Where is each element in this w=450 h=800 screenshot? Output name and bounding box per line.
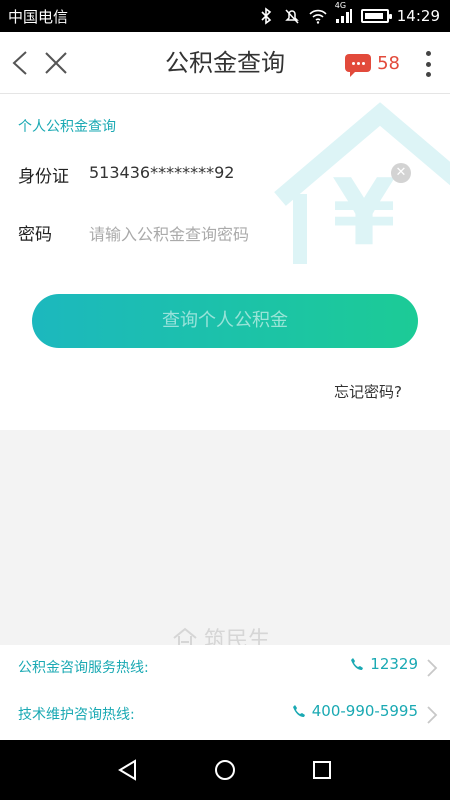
signal-icon: 4G xyxy=(335,1,353,24)
message-icon xyxy=(345,54,372,77)
hotline-number-text: 400-990-5995 xyxy=(311,702,418,720)
navbar: 公积金查询 58 xyxy=(0,32,450,94)
query-form: ¥ 个人公积金查询 身份证 513436********92 ✕ 密码 请输入公… xyxy=(0,94,450,430)
section-title: 个人公积金查询 xyxy=(18,119,116,135)
home-circle-icon[interactable] xyxy=(213,758,237,782)
mute-icon xyxy=(284,9,299,24)
hotline-number[interactable]: 12329 xyxy=(350,655,418,673)
status-bar: 中国电信 4G 14:29 xyxy=(0,0,450,32)
clock: 14:29 xyxy=(396,7,440,25)
watermark-icon xyxy=(173,627,197,645)
phone-icon xyxy=(351,658,364,670)
hotline-list: 公积金咨询服务热线: 12329 技术维护咨询热线: 400-990-5995 xyxy=(0,645,450,740)
id-label: 身份证 xyxy=(18,167,69,187)
house-yuan-icon: ¥ xyxy=(274,102,450,264)
message-count: 58 xyxy=(377,52,400,74)
bluetooth-icon xyxy=(261,7,271,25)
id-number-field[interactable]: 513436********92 xyxy=(89,163,234,182)
status-icons: 4G 14:29 xyxy=(257,1,440,25)
hotline-number-text: 12329 xyxy=(370,655,418,673)
chevron-right-icon xyxy=(427,706,438,724)
more-vertical-icon[interactable] xyxy=(424,51,432,77)
wifi-icon xyxy=(309,9,327,24)
phone-icon xyxy=(292,705,305,717)
system-nav-bar xyxy=(0,740,450,800)
hotline-number[interactable]: 400-990-5995 xyxy=(292,702,418,720)
password-field[interactable]: 请输入公积金查询密码 xyxy=(89,221,249,245)
back-triangle-icon[interactable] xyxy=(116,758,140,782)
hotline-label: 公积金咨询服务热线: xyxy=(18,660,149,676)
hotline-row[interactable]: 公积金咨询服务热线: 12329 xyxy=(0,645,450,691)
recents-square-icon[interactable] xyxy=(310,758,334,782)
query-button[interactable]: 查询个人公积金 xyxy=(32,294,418,348)
content-area: 筑民生 xyxy=(0,430,450,645)
hotline-label: 技术维护咨询热线: xyxy=(18,707,135,723)
watermark-logo: 筑民生 xyxy=(172,622,270,645)
forgot-password-link[interactable]: 忘记密码? xyxy=(334,381,402,402)
hotline-row[interactable]: 技术维护咨询热线: 400-990-5995 xyxy=(0,692,450,738)
carrier-name: 中国电信 xyxy=(8,7,69,26)
password-label: 密码 xyxy=(18,225,52,245)
battery-fill xyxy=(364,13,383,19)
svg-text:¥: ¥ xyxy=(332,159,396,264)
chevron-right-icon xyxy=(427,659,438,677)
watermark-text: 筑民生 xyxy=(204,628,271,645)
battery-icon xyxy=(360,9,392,23)
network-type-label: 4G xyxy=(334,1,347,10)
clear-input-icon[interactable]: ✕ xyxy=(391,163,411,183)
message-button[interactable]: 58 xyxy=(345,51,400,77)
